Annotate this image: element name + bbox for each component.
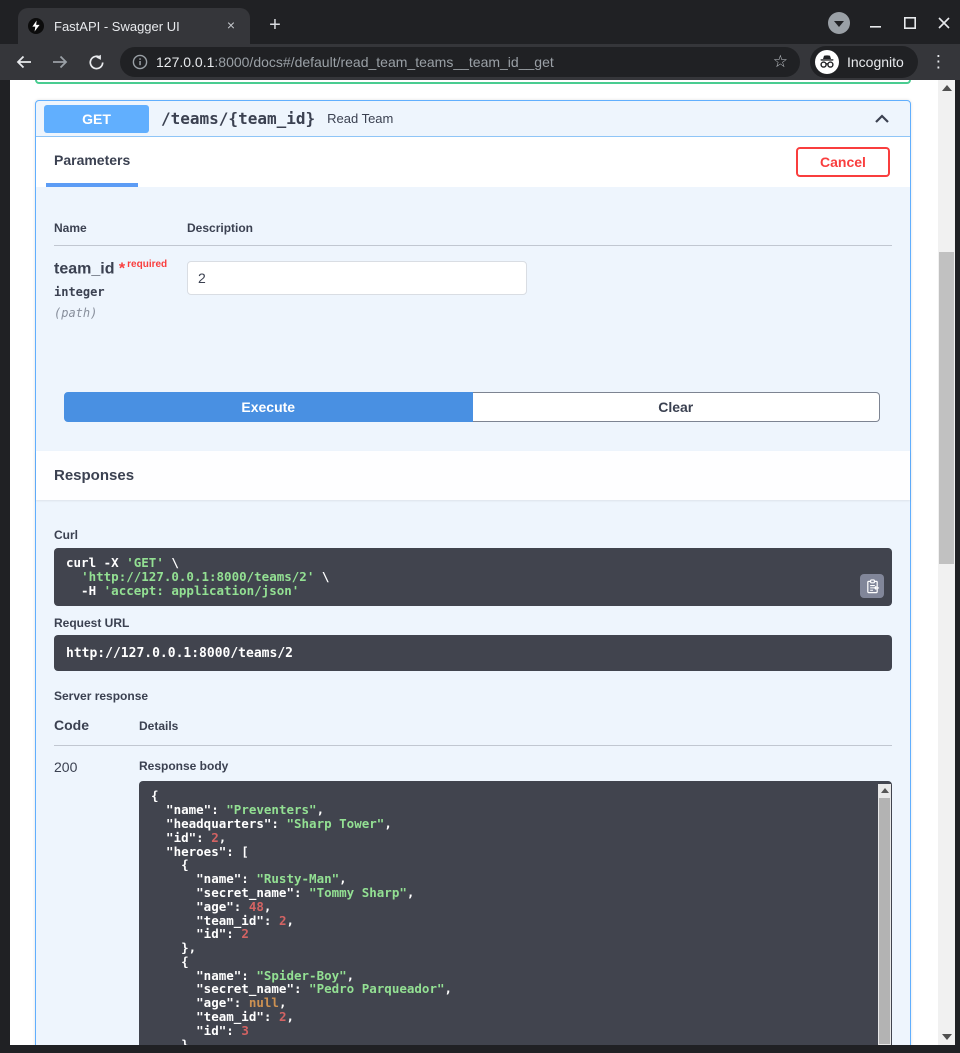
browser-menu-icon[interactable]: ⋮	[930, 52, 947, 72]
curl-command-block: curl -X 'GET' \ 'http://127.0.0.1:8000/t…	[54, 548, 892, 606]
request-url-block: http://127.0.0.1:8000/teams/2	[54, 635, 892, 671]
page-viewport: GET /teams/{team_id} Read Team Parameter…	[10, 80, 955, 1045]
forward-button[interactable]	[48, 50, 72, 74]
column-header-details: Details	[139, 719, 178, 733]
required-asterisk: *	[119, 260, 125, 277]
tab-parameters-label: Parameters	[54, 152, 130, 168]
url-path: :8000/docs#/default/read_team_teams__tea…	[214, 54, 553, 70]
scroll-up-arrow-icon[interactable]	[881, 788, 889, 793]
responses-section: Curl curl -X 'GET' \ 'http://127.0.0.1:8…	[36, 500, 910, 1045]
parameter-type: integer	[54, 285, 187, 299]
page-scroll-up-icon[interactable]	[942, 85, 952, 91]
url-text[interactable]: 127.0.0.1:8000/docs#/default/read_team_t…	[156, 54, 767, 70]
cancel-button[interactable]: Cancel	[796, 147, 890, 177]
window-controls	[828, 12, 952, 34]
request-url-label: Request URL	[54, 616, 892, 630]
operation-tab-row: Parameters Cancel	[36, 137, 910, 187]
clear-button[interactable]: Clear	[473, 392, 881, 422]
tab-parameters[interactable]: Parameters	[46, 137, 138, 187]
back-button[interactable]	[12, 50, 36, 74]
response-body-scrollbar[interactable]	[878, 784, 891, 1045]
url-host: 127.0.0.1	[156, 54, 214, 70]
browser-titlebar: FastAPI - Swagger UI × +	[0, 0, 960, 44]
column-header-code: Code	[54, 717, 139, 733]
operation-summary: Read Team	[327, 111, 872, 126]
browser-toolbar: 127.0.0.1:8000/docs#/default/read_team_t…	[0, 44, 960, 80]
reload-button[interactable]	[84, 50, 108, 74]
page-scroll-down-icon[interactable]	[942, 1034, 952, 1040]
response-body-scroll-thumb[interactable]	[879, 798, 890, 1044]
opblock-summary[interactable]: GET /teams/{team_id} Read Team	[36, 101, 910, 137]
response-table-header: Code Details	[54, 709, 892, 746]
parameter-value-cell	[187, 259, 527, 320]
incognito-label: Incognito	[847, 54, 904, 70]
response-row: 200 Response body { "name": "Preventers"…	[54, 746, 892, 1045]
response-details-cell: Response body { "name": "Preventers", "h…	[139, 759, 892, 1045]
clipboard-copy-icon	[865, 579, 880, 594]
curl-command: curl -X 'GET' \ 'http://127.0.0.1:8000/t…	[66, 556, 856, 598]
window-bottom-frame	[0, 1045, 960, 1053]
required-label: required	[127, 259, 167, 270]
curl-label: Curl	[54, 500, 892, 542]
parameter-location: (path)	[54, 306, 187, 320]
parameter-name: team_id *required	[54, 259, 187, 278]
copy-to-clipboard-button[interactable]	[860, 574, 884, 598]
http-method-badge: GET	[44, 105, 149, 133]
response-body-label: Response body	[139, 759, 892, 773]
fastapi-favicon-icon	[28, 18, 44, 34]
execute-button[interactable]: Execute	[64, 392, 473, 422]
page-scrollbar[interactable]	[938, 80, 955, 1045]
bookmark-star-icon[interactable]: ☆	[773, 52, 788, 72]
opblock-get-read-team: GET /teams/{team_id} Read Team Parameter…	[35, 100, 911, 1045]
parameter-row-team-id: team_id *required integer (path)	[54, 246, 892, 334]
maximize-button[interactable]	[902, 15, 918, 31]
column-header-name: Name	[54, 221, 187, 235]
request-url-value: http://127.0.0.1:8000/teams/2	[66, 646, 293, 661]
parameter-meta: team_id *required integer (path)	[54, 259, 187, 320]
responses-heading: Responses	[54, 467, 892, 484]
parameters-section: Name Description team_id *required integ…	[36, 187, 910, 392]
responses-section-header: Responses	[36, 451, 910, 500]
close-window-button[interactable]	[936, 15, 952, 31]
parameters-table-header: Name Description	[54, 187, 892, 246]
page-scroll-thumb[interactable]	[939, 252, 954, 564]
tab-close-icon[interactable]: ×	[222, 17, 240, 35]
response-body-json: { "name": "Preventers", "headquarters": …	[151, 789, 866, 1045]
page-info-icon[interactable]	[132, 54, 148, 70]
incognito-badge: Incognito	[810, 46, 918, 78]
browser-tab[interactable]: FastAPI - Swagger UI ×	[18, 8, 250, 44]
new-tab-button[interactable]: +	[263, 14, 287, 38]
address-bar[interactable]: 127.0.0.1:8000/docs#/default/read_team_t…	[120, 47, 800, 77]
tab-title: FastAPI - Swagger UI	[54, 19, 222, 34]
team-id-input[interactable]	[187, 261, 527, 295]
browser-update-icon[interactable]	[828, 12, 850, 34]
operation-path: /teams/{team_id}	[161, 109, 315, 128]
incognito-glasses-icon	[815, 50, 839, 74]
server-response-label: Server response	[54, 689, 892, 703]
response-body-block: { "name": "Preventers", "headquarters": …	[139, 781, 892, 1045]
column-header-description: Description	[187, 221, 253, 235]
previous-opblock-fragment	[35, 80, 911, 84]
execute-row: Execute Clear	[64, 392, 880, 422]
minimize-button[interactable]	[868, 15, 884, 31]
collapse-chevron-icon[interactable]	[872, 109, 892, 129]
status-code: 200	[54, 759, 139, 1045]
